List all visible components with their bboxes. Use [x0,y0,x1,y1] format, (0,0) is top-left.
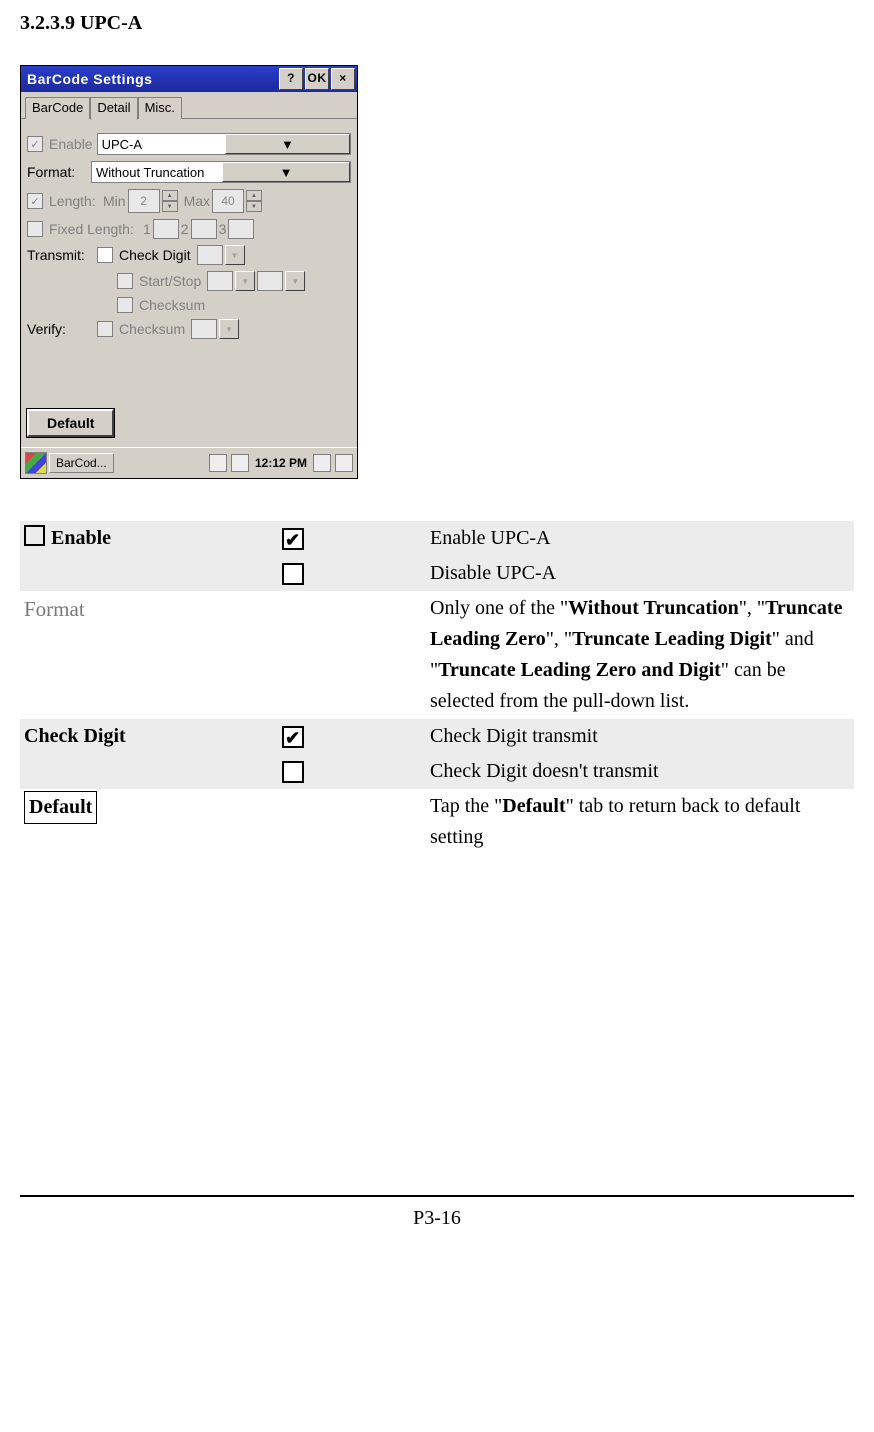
verify-checksum-checkbox [97,321,113,337]
tray-icon[interactable] [335,454,353,472]
default-button[interactable]: Default [27,409,114,437]
min-spinner: ▲▼ [162,190,178,212]
startstop-box2 [257,271,283,291]
min-label: Min [103,193,126,209]
start-icon[interactable] [25,452,47,474]
unchecked-checkbox-icon [282,761,304,783]
barcode-settings-window: BarCode Settings ? OK × BarCode Detail M… [20,65,358,479]
default-description: Tap the "Default" tab to return back to … [426,789,854,855]
tray-icon[interactable] [313,454,331,472]
checkdigit-checkbox[interactable] [97,247,113,263]
checkdigit-box [197,245,223,265]
fixed-2-label: 2 [181,221,189,237]
tray-icon[interactable] [209,454,227,472]
enable-checkbox[interactable]: ✓ [27,136,43,152]
section-heading: 3.2.3.9 UPC-A [20,12,854,35]
startstop-label: Start/Stop [139,273,201,289]
tray-icon[interactable] [231,454,249,472]
enable-off-text: Disable UPC-A [426,556,854,591]
task-app-button[interactable]: BarCod... [49,453,114,473]
format-row-label: Format [24,597,85,621]
tab-barcode[interactable]: BarCode [25,97,90,119]
startstop-box [207,271,233,291]
transmit-checksum-label: Checksum [139,297,205,313]
length-label: Length: [49,193,103,209]
fixed-2-input [191,219,217,239]
verify-checksum-label: Checksum [119,321,185,337]
clock: 12:12 PM [255,456,307,470]
footer-rule [20,1195,854,1197]
enable-on-text: Enable UPC-A [426,521,854,556]
chevron-down-icon: ▼ [285,271,305,291]
system-tray: 12:12 PM [207,454,355,472]
startstop-checkbox [117,273,133,289]
format-description: Only one of the "Without Truncation", "T… [426,591,854,719]
format-value: Without Truncation [96,165,222,180]
enable-row-label: Enable [51,527,111,549]
table-row: Check Digit Check Digit transmit [20,719,854,754]
titlebar: BarCode Settings ? OK × [21,66,357,92]
max-spinner: ▲▼ [246,190,262,212]
enable-label: Enable [49,136,93,152]
check-off-text: Check Digit doesn't transmit [426,754,854,789]
length-checkbox: ✓ [27,193,43,209]
table-row: Format Only one of the "Without Truncati… [20,591,854,719]
unchecked-checkbox-icon [282,563,304,585]
min-input [128,189,160,213]
verify-label: Verify: [27,321,97,337]
panel: ✓ Enable UPC-A ▼ Format: Without Truncat… [21,119,357,447]
ok-button[interactable]: OK [305,68,329,90]
fixed-3-input [228,219,254,239]
checked-checkbox-icon [282,726,304,748]
window-title: BarCode Settings [27,71,277,87]
chevron-down-icon: ▼ [225,245,245,265]
fixed-1-input [153,219,179,239]
description-table: Enable Enable UPC-A Disable UPC-A Format… [20,521,854,855]
tab-bar: BarCode Detail Misc. [21,92,357,119]
checkdigit-row-label: Check Digit [24,725,126,747]
fixed-3-label: 3 [219,221,227,237]
close-button[interactable]: × [331,68,355,90]
tab-detail[interactable]: Detail [90,97,137,120]
barcode-type-value: UPC-A [102,137,225,152]
help-button[interactable]: ? [279,68,303,90]
transmit-checksum-checkbox [117,297,133,313]
fixed-checkbox [27,221,43,237]
page-number: P3-16 [20,1207,854,1230]
default-row-label: Default [24,791,97,824]
table-row: Enable Enable UPC-A [20,521,854,556]
table-row: Default Tap the "Default" tab to return … [20,789,854,855]
chevron-down-icon[interactable]: ▼ [222,162,350,182]
barcode-type-combo[interactable]: UPC-A ▼ [97,133,351,155]
max-input [212,189,244,213]
taskbar: BarCod... 12:12 PM [21,447,357,478]
checkbox-icon [24,525,45,546]
chevron-down-icon: ▼ [235,271,255,291]
table-row: Check Digit doesn't transmit [20,754,854,789]
checkdigit-label: Check Digit [119,247,191,263]
chevron-down-icon: ▼ [219,319,239,339]
checked-checkbox-icon [282,528,304,550]
format-label: Format: [27,164,87,180]
chevron-down-icon[interactable]: ▼ [225,134,350,154]
format-combo[interactable]: Without Truncation ▼ [91,161,351,183]
max-label: Max [184,193,210,209]
transmit-label: Transmit: [27,247,97,263]
table-row: Disable UPC-A [20,556,854,591]
fixed-label: Fixed Length: [49,221,143,237]
check-on-text: Check Digit transmit [426,719,854,754]
tab-misc[interactable]: Misc. [138,97,182,119]
verify-box [191,319,217,339]
fixed-1-label: 1 [143,221,151,237]
